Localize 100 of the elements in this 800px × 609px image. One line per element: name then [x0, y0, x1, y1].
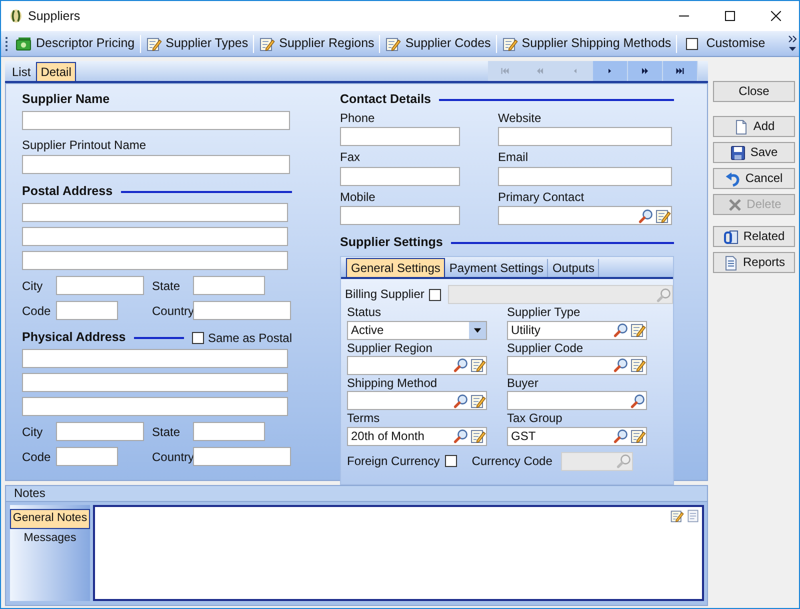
text-field[interactable]	[340, 127, 460, 146]
tab[interactable]: Messages	[10, 528, 90, 549]
field-label: Website	[498, 111, 542, 126]
field-label: Primary Contact	[498, 190, 586, 204]
navigation-button[interactable]	[628, 61, 662, 81]
field-label: City	[22, 278, 44, 294]
tab[interactable]: Payment Settings	[445, 258, 548, 278]
action-button[interactable]: Related	[713, 226, 795, 247]
section-heading: Contact Details	[340, 92, 431, 107]
caret-icon[interactable]	[469, 322, 486, 339]
edit-icon[interactable]	[470, 392, 486, 409]
document-icon[interactable]	[686, 509, 700, 523]
dropdown[interactable]: Active	[347, 320, 487, 340]
text-field[interactable]	[193, 422, 265, 442]
lookup-field[interactable]: GST	[507, 426, 647, 446]
checkbox[interactable]	[444, 455, 457, 468]
field-label: Foreign Currency	[347, 454, 440, 468]
link-icon	[723, 228, 740, 244]
field-label: Country	[152, 304, 193, 318]
toolbar-button[interactable]: Descriptor Pricing	[11, 36, 139, 52]
field-label: Code	[22, 304, 52, 318]
edit-icon[interactable]	[655, 208, 671, 224]
text-field[interactable]	[56, 447, 118, 466]
section-heading: Supplier Name	[22, 92, 111, 107]
text-field[interactable]	[22, 397, 288, 416]
field-label: City	[22, 424, 44, 440]
lookup-field[interactable]: 20th of Month	[347, 426, 487, 446]
action-button[interactable]: Close	[713, 81, 795, 102]
lookup-field[interactable]	[347, 391, 487, 410]
field-label: Country	[152, 450, 193, 464]
customise-checkbox[interactable]	[686, 38, 698, 50]
field-label: Supplier Region	[347, 340, 434, 355]
field-label: Tax Group	[507, 411, 564, 426]
text-field[interactable]	[22, 227, 288, 246]
maximize-icon[interactable]	[725, 11, 735, 21]
navigation-button[interactable]	[663, 61, 697, 81]
tab[interactable]: Outputs	[548, 258, 600, 278]
action-button[interactable]: Cancel	[713, 168, 795, 189]
lookup-field[interactable]	[347, 356, 487, 375]
action-button[interactable]: Reports	[713, 252, 795, 273]
text-field[interactable]	[22, 373, 288, 392]
search-icon[interactable]	[453, 392, 469, 409]
section-heading: Supplier Settings	[340, 235, 443, 250]
text-field[interactable]	[193, 447, 291, 466]
text-field[interactable]	[340, 166, 460, 186]
text-field[interactable]	[193, 301, 291, 320]
search-icon[interactable]	[630, 392, 646, 409]
toolbar-button[interactable]: Supplier Shipping Methods	[498, 36, 676, 52]
field-label: Currency Code	[472, 454, 552, 468]
field-label: Phone	[340, 111, 376, 126]
edit-icon[interactable]	[670, 509, 684, 523]
toolbar-grip[interactable]	[5, 36, 8, 52]
field-label: Terms	[347, 411, 381, 426]
lookup-field[interactable]	[507, 391, 647, 410]
edit-icon[interactable]	[630, 322, 646, 338]
edit-icon[interactable]	[470, 357, 486, 374]
search-icon[interactable]	[613, 357, 629, 374]
tab[interactable]: General Notes	[10, 509, 90, 529]
notes-text-area[interactable]	[93, 505, 704, 601]
tab[interactable]: List	[7, 62, 36, 81]
toolbar-overflow-icon[interactable]	[788, 35, 797, 52]
tab[interactable]: Detail	[36, 62, 76, 81]
report-icon	[722, 254, 739, 270]
action-button[interactable]: Save	[713, 142, 795, 163]
field-label: Mobile	[340, 190, 376, 204]
toolbar-button[interactable]: Supplier Types	[142, 36, 252, 52]
toolbar-button[interactable]: Supplier Regions	[255, 36, 378, 52]
text-field[interactable]	[498, 166, 672, 186]
search-icon[interactable]	[453, 357, 469, 374]
lookup-field[interactable]	[507, 356, 647, 375]
checkbox[interactable]	[429, 288, 442, 301]
search-icon[interactable]	[613, 428, 629, 444]
text-field[interactable]	[56, 301, 118, 320]
toolbar-button[interactable]: Supplier Codes	[381, 36, 495, 52]
edit-icon[interactable]	[630, 428, 646, 444]
text-field[interactable]	[22, 251, 288, 270]
edit-icon[interactable]	[470, 428, 486, 444]
tab[interactable]: General Settings	[346, 258, 446, 278]
text-field[interactable]	[22, 155, 290, 174]
search-icon[interactable]	[638, 208, 654, 224]
text-field[interactable]	[340, 206, 460, 226]
close-icon[interactable]	[771, 11, 781, 21]
action-button[interactable]: Add	[713, 116, 795, 137]
checkbox[interactable]	[192, 332, 204, 344]
text-field[interactable]	[22, 203, 288, 222]
last-record-icon[interactable]	[674, 65, 686, 77]
text-field[interactable]	[56, 276, 144, 296]
lookup-field[interactable]	[498, 206, 672, 226]
text-field[interactable]	[56, 422, 144, 442]
search-icon[interactable]	[453, 428, 469, 444]
text-field[interactable]	[22, 349, 288, 368]
fast-forward-icon[interactable]	[639, 65, 651, 77]
lookup-field[interactable]: Utility	[507, 320, 647, 340]
search-icon[interactable]	[613, 322, 629, 338]
field-label: Shipping Method	[347, 376, 438, 390]
text-field[interactable]	[498, 127, 672, 146]
edit-icon[interactable]	[630, 357, 646, 374]
text-field[interactable]	[22, 111, 290, 130]
text-field[interactable]	[193, 276, 265, 296]
field-label: Status	[347, 305, 382, 320]
